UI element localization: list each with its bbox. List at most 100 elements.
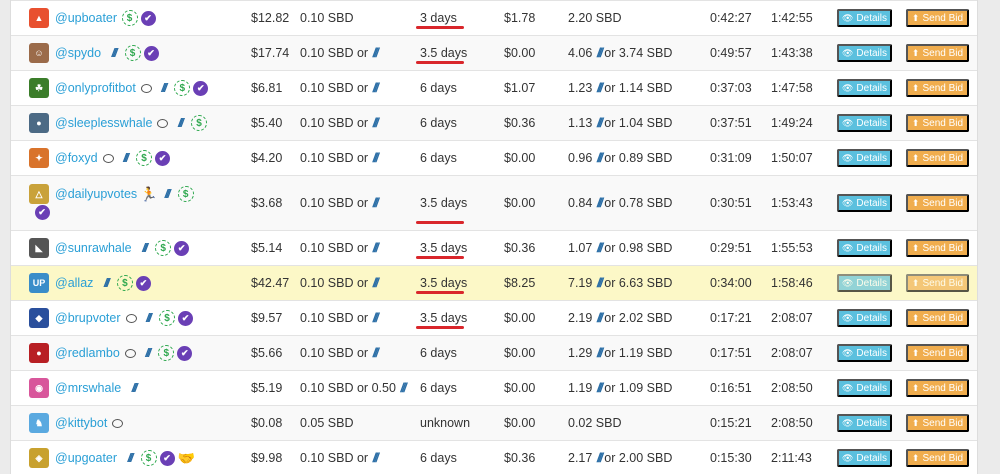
send-bid-button[interactable]: ⬆ Send Bid — [906, 149, 969, 167]
bot-name-link[interactable]: @spydo — [55, 46, 101, 60]
details-button[interactable]: 👁 Details — [837, 44, 892, 62]
send-bid-button[interactable]: ⬆ Send Bid — [906, 414, 969, 432]
max-post-age: 6 days — [420, 381, 457, 395]
eye-icon: 👁 — [841, 82, 854, 93]
bot-name-link[interactable]: @redlambo — [55, 346, 120, 360]
total-bid: $5.66 — [251, 346, 283, 360]
steem-icon: /// — [372, 276, 380, 290]
table-row: △ @dailyupvotes 🏃 /// $ ✔ $3.68 0.10 SBD o… — [11, 175, 977, 230]
details-button[interactable]: 👁 Details — [837, 79, 892, 97]
vote-value: 2.17 ///or 2.00 SBD — [568, 451, 673, 465]
red-underline — [416, 221, 464, 224]
send-bid-button[interactable]: ⬆ Send Bid — [906, 44, 969, 62]
vote-time: 1:47:58 — [771, 81, 813, 95]
table-row: UP @allaz /// $ ✔ $42.47 0.10 SBD or /// 3… — [11, 265, 977, 300]
send-bid-button[interactable]: ⬆ Send Bid — [906, 194, 969, 212]
send-bid-button[interactable]: ⬆ Send Bid — [906, 79, 969, 97]
min-bid: 0.10 SBD — [300, 11, 354, 25]
min-bid: 0.10 SBD or /// — [300, 241, 379, 255]
details-button[interactable]: 👁 Details — [837, 239, 892, 257]
steem-icon: /// — [372, 451, 380, 465]
send-bid-button[interactable]: ⬆ Send Bid — [906, 449, 969, 467]
details-button[interactable]: 👁 Details — [837, 114, 892, 132]
comment-icon — [157, 118, 169, 128]
steem-icon: /// — [103, 276, 110, 290]
send-bid-button[interactable]: ⬆ Send Bid — [906, 274, 969, 292]
vote-value: 0.96 ///or 0.89 SBD — [568, 151, 673, 165]
details-button[interactable]: 👁 Details — [837, 344, 892, 362]
details-button[interactable]: 👁 Details — [837, 149, 892, 167]
send-bid-button[interactable]: ⬆ Send Bid — [906, 239, 969, 257]
upload-icon: ⬆ — [911, 452, 920, 463]
overbid-amount: $0.36 — [504, 241, 536, 255]
vote-value: 1.13 ///or 1.04 SBD — [568, 116, 673, 130]
details-button[interactable]: 👁 Details — [837, 274, 892, 292]
steem-icon: /// — [372, 311, 380, 325]
dollar-icon: $ — [124, 45, 141, 61]
eye-icon: 👁 — [841, 277, 854, 288]
bot-name-link[interactable]: @sleeplesswhale — [55, 116, 152, 130]
bot-name-link[interactable]: @dailyupvotes — [55, 187, 137, 201]
verified-check-icon: ✔ — [159, 450, 175, 466]
bot-cell: ☘ @onlyprofitbot /// $ ✔ — [29, 71, 259, 105]
details-button[interactable]: 👁 Details — [837, 309, 892, 327]
details-button[interactable]: 👁 Details — [837, 449, 892, 467]
total-bid: $5.19 — [251, 381, 283, 395]
vote-value: 0.02 SBD — [568, 416, 622, 430]
send-bid-button[interactable]: ⬆ Send Bid — [906, 309, 969, 327]
table-row: ♞ @kittybot $0.08 0.05 SBD unknown $0.00… — [11, 405, 977, 440]
next-round-timer: 0:42:27 — [710, 11, 752, 25]
bot-name-link[interactable]: @allaz — [55, 276, 93, 290]
steem-icon: /// — [596, 241, 604, 255]
upload-icon: ⬆ — [911, 382, 920, 393]
next-round-timer: 0:49:57 — [710, 46, 752, 60]
avatar: ▲ — [29, 8, 49, 28]
dollar-icon: $ — [155, 240, 172, 256]
bot-name-link[interactable]: @onlyprofitbot — [55, 81, 136, 95]
bot-name-link[interactable]: @mrswhale — [55, 381, 121, 395]
details-button[interactable]: 👁 Details — [837, 194, 892, 212]
verified-check-icon: ✔ — [155, 150, 171, 166]
vote-value: 0.84 ///or 0.78 SBD — [568, 196, 673, 210]
send-bid-button[interactable]: ⬆ Send Bid — [906, 344, 969, 362]
total-bid: $12.82 — [251, 11, 290, 25]
max-post-age: 6 days — [420, 81, 457, 95]
steem-icon: /// — [596, 311, 604, 325]
verified-check-icon: ✔ — [177, 345, 193, 361]
eye-icon: 👁 — [841, 312, 854, 323]
vote-time: 2:08:50 — [771, 381, 813, 395]
dollar-icon: $ — [159, 310, 175, 326]
bot-name-link[interactable]: @brupvoter — [55, 311, 121, 325]
bot-name-link[interactable]: @sunrawhale — [55, 241, 132, 255]
vote-value: 1.29 ///or 1.19 SBD — [568, 346, 673, 360]
max-post-age: 6 days — [420, 451, 457, 465]
min-bid: 0.10 SBD or /// — [300, 346, 379, 360]
total-bid: $5.14 — [251, 241, 283, 255]
steem-icon: /// — [596, 151, 604, 165]
min-bid: 0.10 SBD or /// — [300, 196, 379, 210]
vote-time: 1:50:07 — [771, 151, 813, 165]
red-underline — [416, 291, 464, 294]
overbid-amount: $0.00 — [504, 381, 536, 395]
bot-name-link[interactable]: @upboater — [55, 11, 117, 25]
avatar: ◉ — [29, 378, 49, 398]
upload-icon: ⬆ — [911, 347, 920, 358]
min-bid: 0.10 SBD or /// — [300, 311, 380, 325]
bot-name-link[interactable]: @upgoater — [55, 451, 117, 465]
details-button[interactable]: 👁 Details — [837, 9, 892, 27]
next-round-timer: 0:34:00 — [710, 276, 752, 290]
send-bid-button[interactable]: ⬆ Send Bid — [906, 114, 969, 132]
upload-icon: ⬆ — [911, 312, 920, 323]
details-button[interactable]: 👁 Details — [837, 414, 892, 432]
bot-name-link[interactable]: @foxyd — [55, 151, 98, 165]
avatar: ◣ — [29, 238, 49, 258]
send-bid-button[interactable]: ⬆ Send Bid — [906, 9, 969, 27]
bot-cell: ◉ @mrswhale /// — [29, 371, 259, 405]
avatar: ◆ — [29, 308, 49, 328]
verified-check-icon: ✔ — [174, 240, 190, 256]
steem-icon: /// — [596, 381, 604, 395]
bot-name-link[interactable]: @kittybot — [55, 416, 107, 430]
details-button[interactable]: 👁 Details — [837, 379, 892, 397]
send-bid-button[interactable]: ⬆ Send Bid — [906, 379, 969, 397]
overbid-amount: $0.00 — [504, 46, 536, 60]
